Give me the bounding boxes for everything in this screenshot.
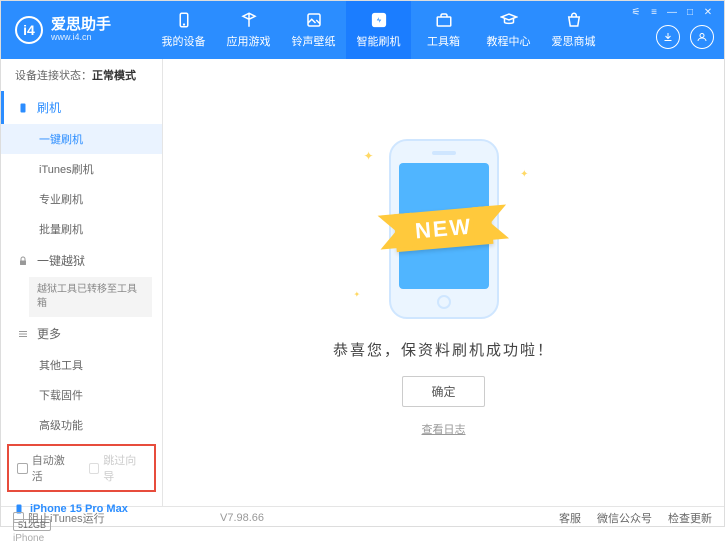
- nav-toolbox[interactable]: 工具箱: [411, 1, 476, 59]
- phone-icon: [174, 11, 194, 29]
- sidebar-item-other-tools[interactable]: 其他工具: [1, 350, 162, 380]
- tutorial-icon: [499, 11, 519, 29]
- store-icon: [564, 11, 584, 29]
- sidebar-item-itunes-flash[interactable]: iTunes刷机: [1, 154, 162, 184]
- brand-name: 爱思助手: [51, 17, 111, 32]
- logo-icon: i4: [15, 16, 43, 44]
- footer-link-support[interactable]: 客服: [559, 510, 581, 526]
- nav-tutorials[interactable]: 教程中心: [476, 1, 541, 59]
- menu-lines-icon: [17, 328, 29, 340]
- options-highlight-box: 自动激活 跳过向导: [7, 444, 156, 492]
- brand-logo: i4 爱思助手 www.i4.cn: [1, 16, 151, 44]
- nav-label: 爱思商城: [552, 33, 596, 49]
- jailbreak-moved-note: 越狱工具已转移至工具箱: [29, 277, 152, 317]
- block-itunes-checkbox[interactable]: 阻止iTunes运行: [13, 510, 105, 526]
- menu-icon[interactable]: ≡: [646, 5, 662, 19]
- section-title: 更多: [37, 325, 61, 342]
- nav-label: 我的设备: [162, 33, 206, 49]
- sidebar-section-flash[interactable]: 刷机: [1, 91, 162, 124]
- nav-my-device[interactable]: 我的设备: [151, 1, 216, 59]
- success-message: 恭喜您，保资料刷机成功啦！: [333, 339, 554, 360]
- flash-icon: [369, 11, 389, 29]
- connection-status: 设备连接状态：正常模式: [1, 59, 162, 91]
- minimize-icon[interactable]: —: [664, 5, 680, 19]
- wallpaper-icon: [304, 11, 324, 29]
- new-ribbon: NEW: [393, 205, 493, 251]
- section-title: 刷机: [37, 99, 61, 116]
- footer-link-update[interactable]: 检查更新: [668, 510, 712, 526]
- sidebar-section-more[interactable]: 更多: [1, 317, 162, 350]
- sidebar-item-advanced[interactable]: 高级功能: [1, 410, 162, 440]
- phone-illustration: ✦ ✦ ✦ NEW: [344, 139, 544, 319]
- footer-link-wechat[interactable]: 微信公众号: [597, 510, 652, 526]
- nav-smart-flash[interactable]: 智能刷机: [346, 1, 411, 59]
- toolbox-icon: [434, 11, 454, 29]
- lock-icon: [17, 255, 29, 267]
- sidebar-item-oneclick-flash[interactable]: 一键刷机: [1, 124, 162, 154]
- nav-label: 工具箱: [427, 33, 460, 49]
- sidebar-item-pro-flash[interactable]: 专业刷机: [1, 184, 162, 214]
- nav-store[interactable]: 爱思商城: [541, 1, 606, 59]
- phone-small-icon: [17, 102, 29, 114]
- ok-button[interactable]: 确定: [402, 376, 484, 407]
- sidebar-item-download-firmware[interactable]: 下载固件: [1, 380, 162, 410]
- sidebar-section-jailbreak[interactable]: 一键越狱: [1, 244, 162, 277]
- nav-apps[interactable]: 应用游戏: [216, 1, 281, 59]
- auto-activate-checkbox[interactable]: 自动激活: [17, 452, 75, 484]
- nav-label: 铃声壁纸: [292, 33, 336, 49]
- nav-label: 教程中心: [487, 33, 531, 49]
- nav-ringtones[interactable]: 铃声壁纸: [281, 1, 346, 59]
- close-icon[interactable]: ✕: [700, 5, 716, 19]
- sidebar-item-batch-flash[interactable]: 批量刷机: [1, 214, 162, 244]
- version-label: V7.98.66: [220, 512, 264, 524]
- feedback-icon[interactable]: ⚟: [628, 5, 644, 19]
- title-bar: i4 爱思助手 www.i4.cn 我的设备 应用游戏 铃声壁纸 智能刷机 工具…: [1, 1, 724, 59]
- view-log-link[interactable]: 查看日志: [422, 421, 466, 437]
- section-title: 一键越狱: [37, 252, 85, 269]
- skip-setup-checkbox[interactable]: 跳过向导: [89, 452, 147, 484]
- device-type: iPhone: [13, 533, 150, 544]
- nav-label: 应用游戏: [227, 33, 271, 49]
- maximize-icon[interactable]: □: [682, 5, 698, 19]
- apps-icon: [239, 11, 259, 29]
- user-icon[interactable]: [690, 25, 714, 49]
- sidebar: 设备连接状态：正常模式 刷机 一键刷机 iTunes刷机 专业刷机 批量刷机 一…: [1, 59, 163, 506]
- nav-label: 智能刷机: [357, 33, 401, 49]
- main-content: ✦ ✦ ✦ NEW 恭喜您，保资料刷机成功啦！ 确定 查看日志: [163, 59, 724, 506]
- download-icon[interactable]: [656, 25, 680, 49]
- brand-url: www.i4.cn: [51, 32, 111, 43]
